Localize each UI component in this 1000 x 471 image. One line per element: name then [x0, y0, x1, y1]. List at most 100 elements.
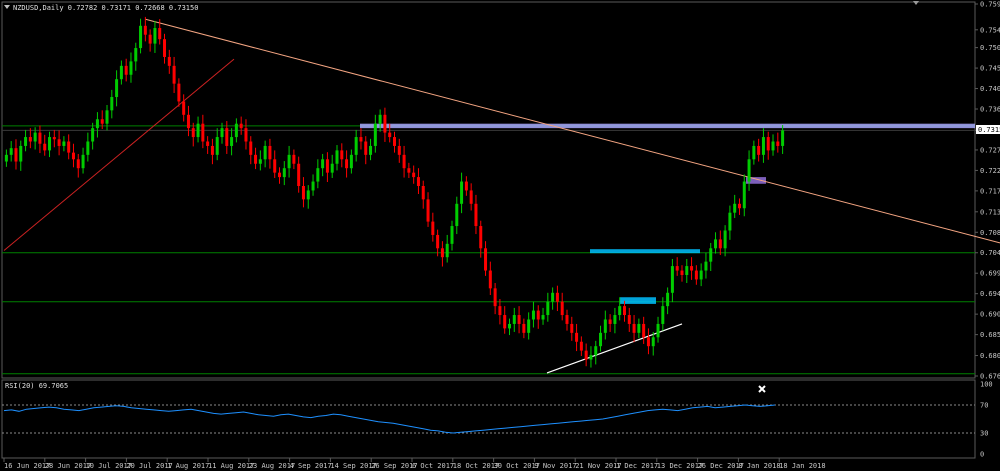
bear-candle [268, 145, 272, 160]
mid-support-zone [590, 249, 700, 254]
bear-candle [158, 28, 162, 40]
bull-candle [742, 181, 746, 209]
date-tick-label: 21 Nov 2017 [575, 462, 621, 470]
bear-candle [71, 152, 75, 160]
bear-candle [440, 248, 444, 258]
bear-candle [43, 143, 47, 151]
price-tick-label: 0.68560 [980, 331, 1000, 339]
bear-candle [608, 319, 612, 324]
bull-candle [86, 141, 90, 155]
symbol-header: NZDUSD,Daily 0.72782 0.73171 0.72668 0.7… [13, 4, 198, 12]
bull-candle [546, 301, 550, 316]
bear-candle [536, 310, 540, 320]
bull-candle [666, 292, 670, 307]
bull-candle [761, 137, 765, 155]
bear-candle [124, 65, 128, 75]
bull-candle [321, 159, 325, 169]
bull-candle [81, 154, 85, 169]
bear-candle [718, 239, 722, 249]
bear-candle [201, 123, 205, 142]
bull-candle [781, 130, 785, 146]
price-tick-label: 0.68090 [980, 352, 1000, 360]
bull-candle [282, 168, 286, 178]
bear-candle [225, 128, 229, 146]
upper-resistance-zone [360, 123, 975, 129]
bull-candle [527, 319, 531, 333]
bear-candle [292, 154, 296, 164]
bear-candle [402, 154, 406, 169]
date-tick-label: 26 Dec 2017 [698, 462, 744, 470]
bull-candle [258, 159, 262, 164]
bull-candle [752, 145, 756, 160]
price-tick-label: 0.75990 [980, 1, 1000, 9]
main-chart-frame [1, 1, 976, 379]
bear-candle [766, 137, 770, 151]
bull-candle [450, 226, 454, 244]
date-tick-label: 1 Aug 2017 [167, 462, 209, 470]
bear-candle [364, 141, 368, 155]
bull-candle [531, 310, 535, 320]
bear-candle [239, 123, 243, 129]
bear-candle [503, 315, 507, 329]
bear-candle [479, 226, 483, 249]
bull-candle [747, 159, 751, 182]
bull-candle [48, 137, 52, 151]
bear-candle [474, 203, 478, 227]
bull-candle [316, 168, 320, 182]
bear-candle [163, 39, 167, 57]
bull-candle [594, 346, 598, 356]
bear-candle [325, 159, 329, 173]
bull-candle [196, 123, 200, 138]
bear-candle [143, 25, 147, 35]
bear-candle [182, 101, 186, 115]
bull-candle [685, 266, 689, 275]
bear-candle [757, 145, 761, 155]
bear-candle [249, 141, 253, 155]
bear-candle [517, 315, 521, 324]
bull-candle [733, 203, 737, 213]
bull-candle [153, 28, 157, 44]
date-tick-label: 20 Jul 2017 [126, 462, 172, 470]
bear-candle [675, 266, 679, 271]
rsi-scale-label: 70 [980, 402, 988, 410]
date-tick-label: 18 Jan 2018 [779, 462, 825, 470]
price-tick-label: 0.72250 [980, 167, 1000, 175]
date-tick-label: 9 Nov 2017 [534, 462, 576, 470]
bear-candle [383, 114, 387, 133]
bear-candle [484, 248, 488, 271]
bull-candle [330, 163, 334, 173]
bull-candle [589, 355, 593, 360]
bull-candle [62, 141, 66, 146]
price-tick-label: 0.69940 [980, 270, 1000, 278]
bear-candle [737, 203, 741, 209]
bear-candle [522, 323, 526, 333]
bear-candle [191, 128, 195, 138]
bull-candle [19, 145, 23, 162]
date-tick-label: 26 Sep 2017 [371, 462, 417, 470]
bull-candle [335, 150, 339, 164]
date-tick-label: 1 Dec 2017 [616, 462, 658, 470]
bear-candle [488, 270, 492, 289]
bear-candle [397, 145, 401, 155]
bull-candle [4, 154, 8, 162]
bear-candle [407, 168, 411, 173]
bear-candle [642, 323, 646, 338]
bull-candle [512, 315, 516, 324]
rsi-panel-frame [1, 379, 976, 459]
price-tick-label: 0.75010 [980, 44, 1000, 52]
bull-candle [33, 132, 37, 142]
bear-candle [464, 181, 468, 191]
bear-candle [172, 65, 176, 84]
bull-candle [723, 230, 727, 249]
bull-candle [771, 141, 775, 151]
date-tick-label: 4 Sep 2017 [290, 462, 332, 470]
bear-candle [28, 137, 32, 142]
chart-canvas[interactable]: 0.75990 0.75410 0.75010 0.74550 0.74090 0.736… [0, 0, 1000, 471]
bull-candle [661, 306, 665, 324]
bull-candle [306, 190, 310, 200]
bear-candle [345, 159, 349, 169]
bull-candle [709, 248, 713, 262]
bear-candle [493, 288, 497, 307]
bull-candle [230, 137, 234, 146]
bear-candle [301, 185, 305, 200]
